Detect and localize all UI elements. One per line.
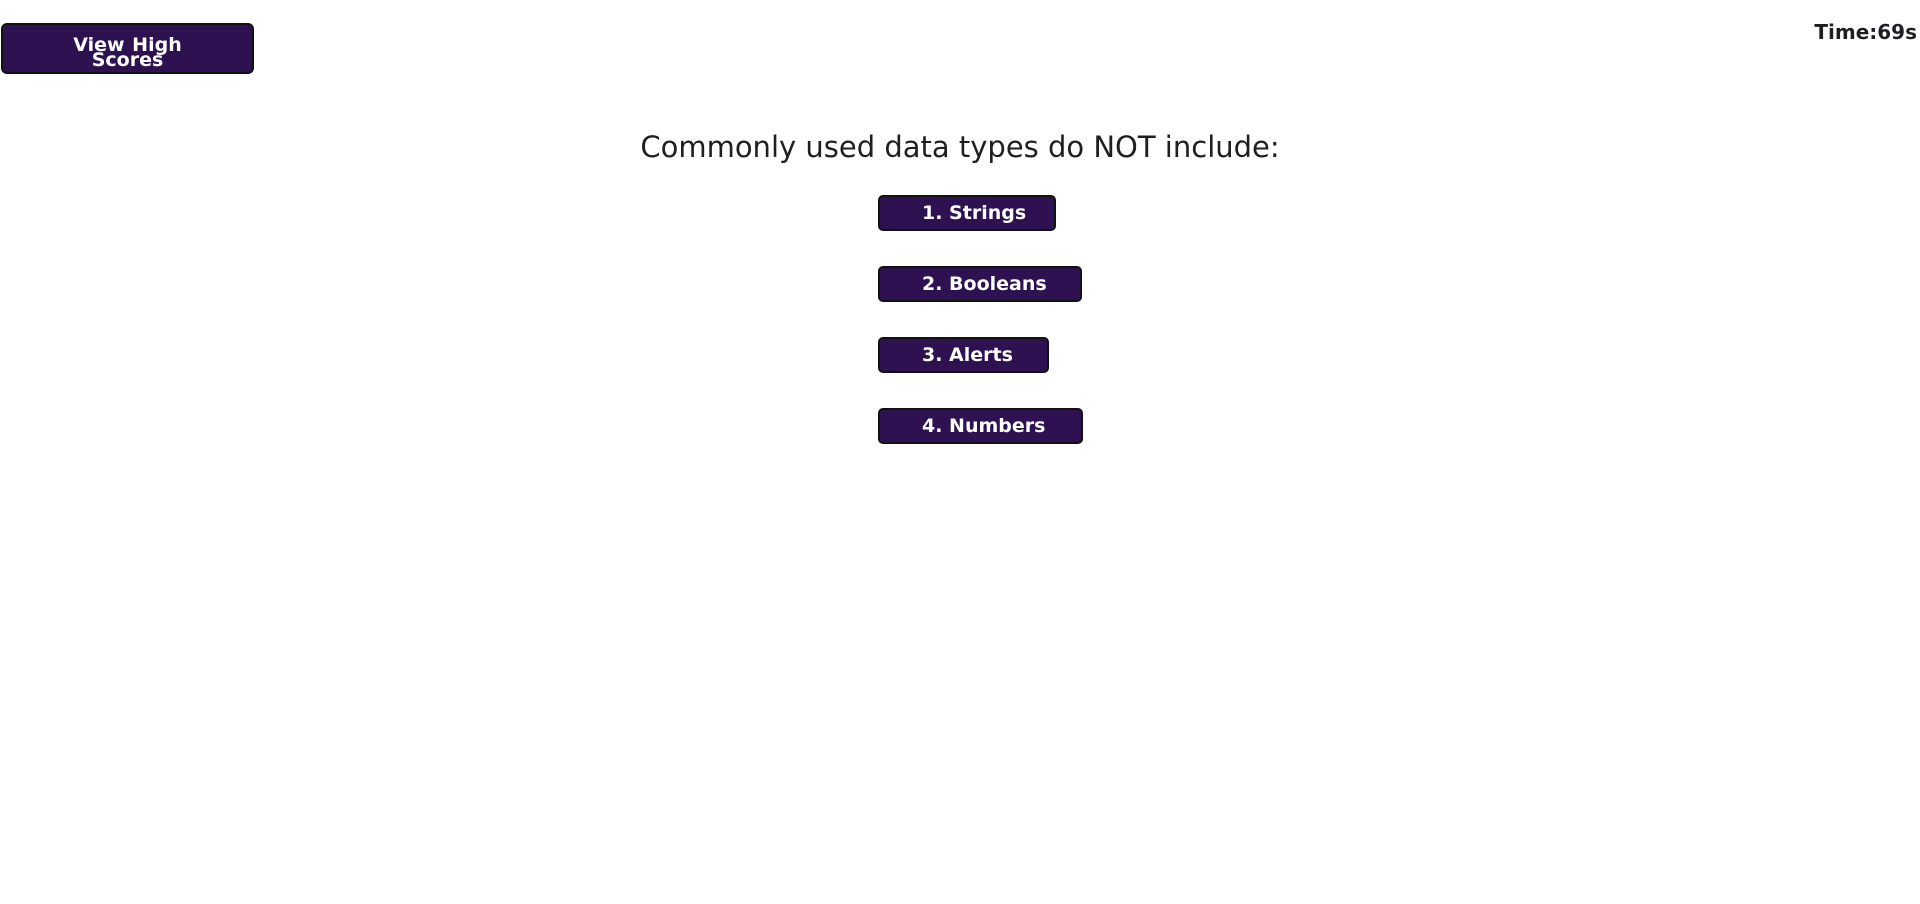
answer-choice-1-button[interactable]: 1. Strings: [878, 195, 1056, 231]
question-text: Commonly used data types do NOT include:: [640, 130, 1280, 164]
answer-choice-2-button[interactable]: 2. Booleans: [878, 266, 1082, 302]
answer-choice-3-button[interactable]: 3. Alerts: [878, 337, 1049, 373]
quiz-page: View High Scores Time:69s Commonly used …: [0, 0, 1920, 904]
view-high-scores-button[interactable]: View High Scores: [1, 23, 254, 74]
answer-choice-4-button[interactable]: 4. Numbers: [878, 408, 1083, 444]
timer-display: Time:69s: [1814, 20, 1917, 44]
